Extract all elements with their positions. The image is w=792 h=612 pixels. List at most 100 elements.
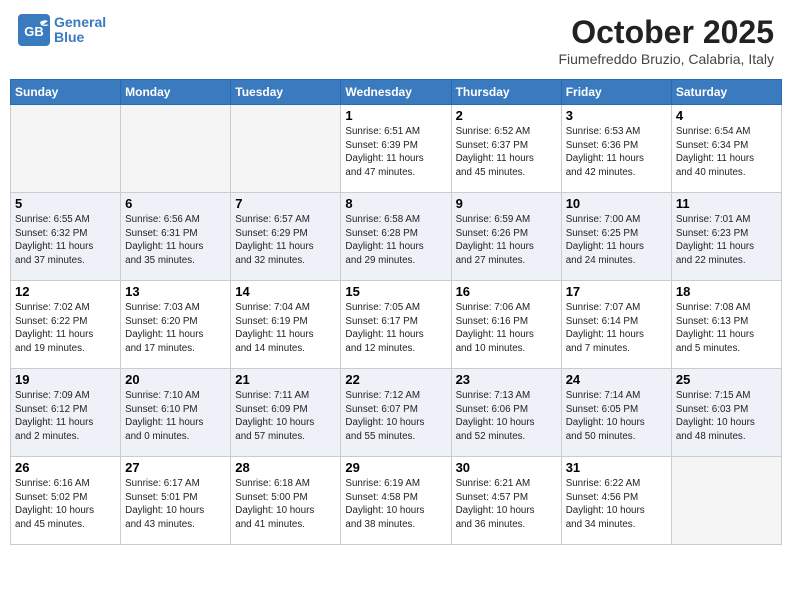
day-number: 9 [456, 196, 557, 211]
table-row: 29 Sunrise: 6:19 AM Sunset: 4:58 PM Dayli… [341, 457, 451, 545]
table-row [11, 105, 121, 193]
table-row: 23 Sunrise: 7:13 AM Sunset: 6:06 PM Dayli… [451, 369, 561, 457]
table-row: 7Sunrise: 6:57 AM Sunset: 6:29 PM Daylig… [231, 193, 341, 281]
table-row [121, 105, 231, 193]
day-info: Sunrise: 6:18 AM Sunset: 5:00 PM Dayligh… [235, 477, 336, 532]
day-info: Sunrise: 7:09 AM Sunset: 6:12 PM Dayligh… [15, 389, 116, 444]
day-info: Sunrise: 6:59 AM Sunset: 6:26 PM Dayligh… [456, 213, 557, 268]
day-number: 30 [456, 460, 557, 475]
table-row: 13 Sunrise: 7:03 AM Sunset: 6:20 PM Dayli… [121, 281, 231, 369]
day-number: 4 [676, 108, 777, 123]
day-number: 10 [566, 196, 667, 211]
day-number: 21 [235, 372, 336, 387]
day-info: Sunrise: 7:00 AM Sunset: 6:25 PM Dayligh… [566, 213, 667, 268]
day-number: 3 [566, 108, 667, 123]
table-row: 25Sunrise: 7:15 AM Sunset: 6:03 PM Dayli… [671, 369, 781, 457]
day-info: Sunrise: 6:58 AM Sunset: 6:28 PM Dayligh… [345, 213, 446, 268]
table-row: 3 Sunrise: 6:53 AM Sunset: 6:36 PM Daylig… [561, 105, 671, 193]
col-tuesday: Tuesday [231, 80, 341, 105]
table-row: 19 Sunrise: 7:09 AM Sunset: 6:12 PM Dayli… [11, 369, 121, 457]
table-row: 12Sunrise: 7:02 AM Sunset: 6:22 PM Dayli… [11, 281, 121, 369]
calendar-table: Sunday Monday Tuesday Wednesday Thursday… [10, 79, 782, 545]
logo: GB General Blue [18, 14, 106, 46]
day-info: Sunrise: 6:19 AM Sunset: 4:58 PM Dayligh… [345, 477, 446, 532]
table-row: 17Sunrise: 7:07 AM Sunset: 6:14 PM Dayli… [561, 281, 671, 369]
day-number: 23 [456, 372, 557, 387]
day-number: 31 [566, 460, 667, 475]
day-info: Sunrise: 6:16 AM Sunset: 5:02 PM Dayligh… [15, 477, 116, 532]
day-info: Sunrise: 6:53 AM Sunset: 6:36 PM Dayligh… [566, 125, 667, 180]
location-subtitle: Fiumefreddo Bruzio, Calabria, Italy [558, 51, 774, 67]
day-number: 19 [15, 372, 116, 387]
calendar-week-row: 26Sunrise: 6:16 AM Sunset: 5:02 PM Dayli… [11, 457, 782, 545]
col-sunday: Sunday [11, 80, 121, 105]
day-number: 18 [676, 284, 777, 299]
table-row: 6 Sunrise: 6:56 AM Sunset: 6:31 PM Daylig… [121, 193, 231, 281]
table-row: 18 Sunrise: 7:08 AM Sunset: 6:13 PM Dayli… [671, 281, 781, 369]
table-row: 16 Sunrise: 7:06 AM Sunset: 6:16 PM Dayli… [451, 281, 561, 369]
day-info: Sunrise: 7:03 AM Sunset: 6:20 PM Dayligh… [125, 301, 226, 356]
day-info: Sunrise: 6:55 AM Sunset: 6:32 PM Dayligh… [15, 213, 116, 268]
day-info: Sunrise: 7:11 AM Sunset: 6:09 PM Dayligh… [235, 389, 336, 444]
day-info: Sunrise: 7:10 AM Sunset: 6:10 PM Dayligh… [125, 389, 226, 444]
table-row: 2 Sunrise: 6:52 AM Sunset: 6:37 PM Daylig… [451, 105, 561, 193]
table-row [671, 457, 781, 545]
table-row: 9 Sunrise: 6:59 AM Sunset: 6:26 PM Daylig… [451, 193, 561, 281]
table-row: 31 Sunrise: 6:22 AM Sunset: 4:56 PM Dayli… [561, 457, 671, 545]
day-info: Sunrise: 6:21 AM Sunset: 4:57 PM Dayligh… [456, 477, 557, 532]
day-info: Sunrise: 7:07 AM Sunset: 6:14 PM Dayligh… [566, 301, 667, 356]
day-number: 16 [456, 284, 557, 299]
table-row: 22Sunrise: 7:12 AM Sunset: 6:07 PM Dayli… [341, 369, 451, 457]
col-friday: Friday [561, 80, 671, 105]
col-saturday: Saturday [671, 80, 781, 105]
calendar-week-row: 1 Sunrise: 6:51 AM Sunset: 6:39 PM Daylig… [11, 105, 782, 193]
day-info: Sunrise: 6:57 AM Sunset: 6:29 PM Dayligh… [235, 213, 336, 268]
table-row: 15Sunrise: 7:05 AM Sunset: 6:17 PM Dayli… [341, 281, 451, 369]
day-info: Sunrise: 7:14 AM Sunset: 6:05 PM Dayligh… [566, 389, 667, 444]
day-info: Sunrise: 7:05 AM Sunset: 6:17 PM Dayligh… [345, 301, 446, 356]
day-number: 2 [456, 108, 557, 123]
day-number: 11 [676, 196, 777, 211]
table-row: 14Sunrise: 7:04 AM Sunset: 6:19 PM Dayli… [231, 281, 341, 369]
day-info: Sunrise: 6:51 AM Sunset: 6:39 PM Dayligh… [345, 125, 446, 180]
day-info: Sunrise: 7:04 AM Sunset: 6:19 PM Dayligh… [235, 301, 336, 356]
table-row: 1 Sunrise: 6:51 AM Sunset: 6:39 PM Daylig… [341, 105, 451, 193]
col-thursday: Thursday [451, 80, 561, 105]
day-info: Sunrise: 6:52 AM Sunset: 6:37 PM Dayligh… [456, 125, 557, 180]
day-number: 27 [125, 460, 226, 475]
day-number: 6 [125, 196, 226, 211]
title-block: October 2025 Fiumefreddo Bruzio, Calabri… [558, 14, 774, 67]
calendar-week-row: 5 Sunrise: 6:55 AM Sunset: 6:32 PM Daylig… [11, 193, 782, 281]
day-info: Sunrise: 7:08 AM Sunset: 6:13 PM Dayligh… [676, 301, 777, 356]
table-row: 24 Sunrise: 7:14 AM Sunset: 6:05 PM Dayli… [561, 369, 671, 457]
calendar-week-row: 19 Sunrise: 7:09 AM Sunset: 6:12 PM Dayli… [11, 369, 782, 457]
logo-line2: Blue [54, 30, 106, 45]
day-info: Sunrise: 7:13 AM Sunset: 6:06 PM Dayligh… [456, 389, 557, 444]
day-number: 22 [345, 372, 446, 387]
calendar-week-row: 12Sunrise: 7:02 AM Sunset: 6:22 PM Dayli… [11, 281, 782, 369]
day-number: 20 [125, 372, 226, 387]
col-monday: Monday [121, 80, 231, 105]
logo-icon: GB [18, 14, 50, 46]
day-info: Sunrise: 6:17 AM Sunset: 5:01 PM Dayligh… [125, 477, 226, 532]
month-title: October 2025 [558, 14, 774, 51]
table-row: 27 Sunrise: 6:17 AM Sunset: 5:01 PM Dayli… [121, 457, 231, 545]
day-number: 5 [15, 196, 116, 211]
svg-text:GB: GB [24, 24, 44, 39]
table-row: 28Sunrise: 6:18 AM Sunset: 5:00 PM Dayli… [231, 457, 341, 545]
day-number: 1 [345, 108, 446, 123]
table-row: 5 Sunrise: 6:55 AM Sunset: 6:32 PM Daylig… [11, 193, 121, 281]
day-number: 24 [566, 372, 667, 387]
day-info: Sunrise: 6:56 AM Sunset: 6:31 PM Dayligh… [125, 213, 226, 268]
day-info: Sunrise: 6:54 AM Sunset: 6:34 PM Dayligh… [676, 125, 777, 180]
day-number: 13 [125, 284, 226, 299]
day-info: Sunrise: 6:22 AM Sunset: 4:56 PM Dayligh… [566, 477, 667, 532]
day-info: Sunrise: 7:06 AM Sunset: 6:16 PM Dayligh… [456, 301, 557, 356]
table-row: 4 Sunrise: 6:54 AM Sunset: 6:34 PM Daylig… [671, 105, 781, 193]
day-info: Sunrise: 7:01 AM Sunset: 6:23 PM Dayligh… [676, 213, 777, 268]
day-info: Sunrise: 7:15 AM Sunset: 6:03 PM Dayligh… [676, 389, 777, 444]
table-row: 11 Sunrise: 7:01 AM Sunset: 6:23 PM Dayli… [671, 193, 781, 281]
table-row: 20 Sunrise: 7:10 AM Sunset: 6:10 PM Dayli… [121, 369, 231, 457]
day-number: 29 [345, 460, 446, 475]
day-info: Sunrise: 7:02 AM Sunset: 6:22 PM Dayligh… [15, 301, 116, 356]
